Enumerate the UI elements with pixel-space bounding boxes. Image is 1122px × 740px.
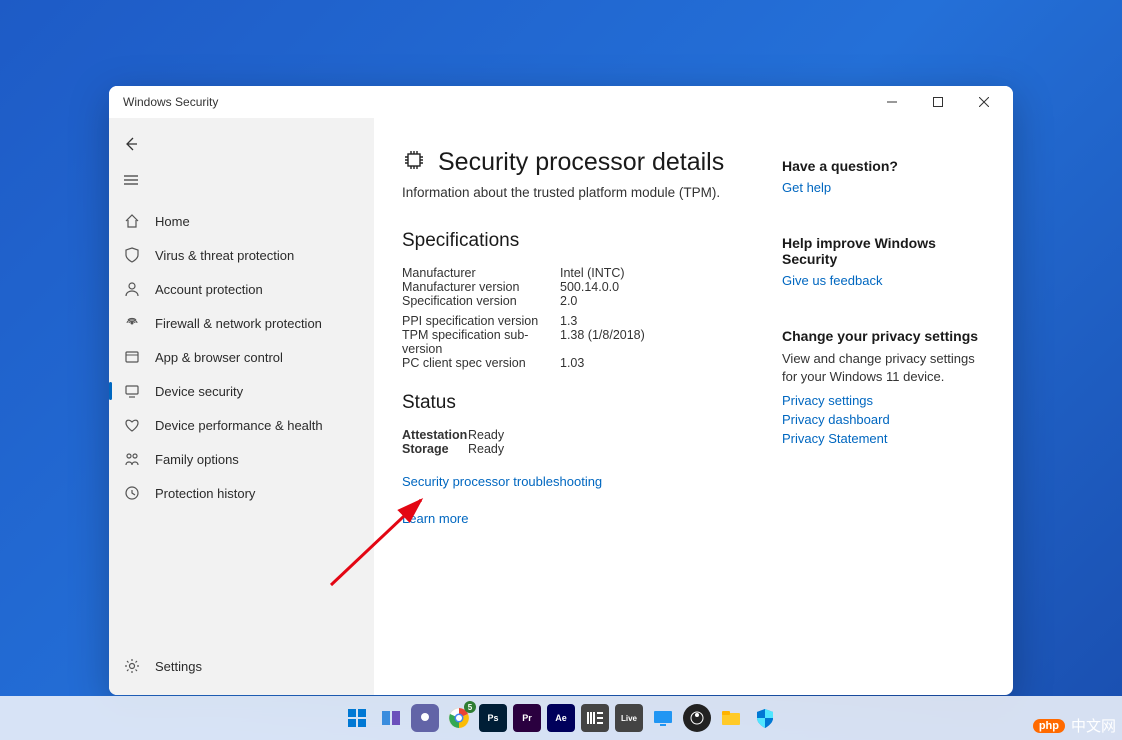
windows-security-window: Windows Security Home xyxy=(109,86,1013,695)
aside-improve: Help improve Windows Security Give us fe… xyxy=(782,235,985,288)
get-help-link[interactable]: Get help xyxy=(782,180,985,195)
main-column: Security processor details Information a… xyxy=(402,148,742,675)
ableton-live-button[interactable]: Live xyxy=(615,704,643,732)
aftereffects-button[interactable]: Ae xyxy=(547,704,575,732)
aside-text: View and change privacy settings for you… xyxy=(782,350,985,385)
history-icon xyxy=(123,484,141,502)
close-button[interactable] xyxy=(961,86,1007,118)
nav-label: Device security xyxy=(155,384,243,399)
maximize-button[interactable] xyxy=(915,86,961,118)
spec-row: PC client spec version1.03 xyxy=(402,356,742,370)
nav-label: Firewall & network protection xyxy=(155,316,322,331)
nav-settings[interactable]: Settings xyxy=(109,649,374,683)
taskbar: 5 Ps Pr Ae Live xyxy=(0,696,1122,740)
person-icon xyxy=(123,280,141,298)
watermark-text: 中文网 xyxy=(1071,715,1116,736)
window-title: Windows Security xyxy=(123,95,869,109)
app-icon xyxy=(123,348,141,366)
nav-label: Family options xyxy=(155,452,239,467)
nav-label: Settings xyxy=(155,659,202,674)
spec-row: Manufacturer version500.14.0.0 xyxy=(402,280,742,294)
titlebar: Windows Security xyxy=(109,86,1013,118)
nav-firewall[interactable]: Firewall & network protection xyxy=(109,306,374,340)
gear-icon xyxy=(123,657,141,675)
windows-security-button[interactable] xyxy=(751,704,779,732)
feedback-link[interactable]: Give us feedback xyxy=(782,273,985,288)
obs-button[interactable] xyxy=(683,704,711,732)
privacy-settings-link[interactable]: Privacy settings xyxy=(782,393,985,408)
nav-home[interactable]: Home xyxy=(109,204,374,238)
monitor-button[interactable] xyxy=(649,704,677,732)
wifi-icon xyxy=(123,314,141,332)
ableton-button[interactable] xyxy=(581,704,609,732)
task-view-button[interactable] xyxy=(377,704,405,732)
spec-row: PPI specification version1.3 xyxy=(402,314,742,328)
status-row: StorageReady xyxy=(402,442,742,456)
specs-heading: Specifications xyxy=(402,230,742,252)
privacy-statement-link[interactable]: Privacy Statement xyxy=(782,431,985,446)
watermark: php 中文网 xyxy=(1033,715,1116,736)
nav-device-performance[interactable]: Device performance & health xyxy=(109,408,374,442)
sidebar: Home Virus & threat protection Account p… xyxy=(109,118,374,695)
watermark-pill: php xyxy=(1033,719,1065,733)
nav-label: Virus & threat protection xyxy=(155,248,294,263)
content-area: Security processor details Information a… xyxy=(374,118,1013,695)
troubleshoot-link[interactable]: Security processor troubleshooting xyxy=(402,474,742,489)
spec-row: ManufacturerIntel (INTC) xyxy=(402,266,742,280)
aside-heading: Have a question? xyxy=(782,158,985,174)
minimize-button[interactable] xyxy=(869,86,915,118)
nav-virus-threat[interactable]: Virus & threat protection xyxy=(109,238,374,272)
nav-app-browser[interactable]: App & browser control xyxy=(109,340,374,374)
explorer-button[interactable] xyxy=(717,704,745,732)
nav-protection-history[interactable]: Protection history xyxy=(109,476,374,510)
status-table: AttestationReady StorageReady xyxy=(402,428,742,456)
nav-family-options[interactable]: Family options xyxy=(109,442,374,476)
nav-device-security[interactable]: Device security xyxy=(109,374,374,408)
privacy-dashboard-link[interactable]: Privacy dashboard xyxy=(782,412,985,427)
nav-label: Device performance & health xyxy=(155,418,323,433)
spec-row: TPM specification sub-version1.38 (1/8/2… xyxy=(402,328,742,356)
nav-account-protection[interactable]: Account protection xyxy=(109,272,374,306)
nav-label: App & browser control xyxy=(155,350,283,365)
heart-icon xyxy=(123,416,141,434)
nav-label: Account protection xyxy=(155,282,263,297)
status-row: AttestationReady xyxy=(402,428,742,442)
back-button[interactable] xyxy=(111,126,151,162)
page-title: Security processor details xyxy=(438,148,724,177)
learn-more-link[interactable]: Learn more xyxy=(402,511,742,526)
aside-heading: Change your privacy settings xyxy=(782,328,985,344)
family-icon xyxy=(123,450,141,468)
shield-icon xyxy=(123,246,141,264)
premiere-button[interactable]: Pr xyxy=(513,704,541,732)
aside-question: Have a question? Get help xyxy=(782,158,985,195)
device-icon xyxy=(123,382,141,400)
specs-table: ManufacturerIntel (INTC) Manufacturer ve… xyxy=(402,266,742,370)
nav-label: Protection history xyxy=(155,486,255,501)
start-button[interactable] xyxy=(343,704,371,732)
aside-column: Have a question? Get help Help improve W… xyxy=(782,148,985,675)
chip-icon xyxy=(402,148,426,177)
aside-privacy: Change your privacy settings View and ch… xyxy=(782,328,985,446)
chrome-badge: 5 xyxy=(464,701,476,713)
window-body: Home Virus & threat protection Account p… xyxy=(109,118,1013,695)
home-icon xyxy=(123,212,141,230)
aside-heading: Help improve Windows Security xyxy=(782,235,985,267)
spec-row: Specification version2.0 xyxy=(402,294,742,308)
page-subtitle: Information about the trusted platform m… xyxy=(402,185,742,200)
nav: Home Virus & threat protection Account p… xyxy=(109,204,374,649)
hamburger-button[interactable] xyxy=(111,162,151,198)
status-heading: Status xyxy=(402,392,742,414)
chat-button[interactable] xyxy=(411,704,439,732)
chrome-button[interactable]: 5 xyxy=(445,704,473,732)
photoshop-button[interactable]: Ps xyxy=(479,704,507,732)
nav-label: Home xyxy=(155,214,190,229)
